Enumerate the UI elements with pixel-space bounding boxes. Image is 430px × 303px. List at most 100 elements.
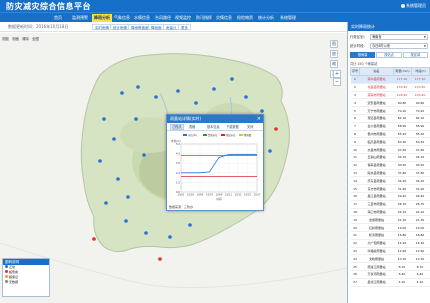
- table-row[interactable]: 18 海口市雨量站 24.10 24.10: [350, 208, 430, 217]
- table-row[interactable]: 3 琼海市雨量站 105.40 105.40: [350, 91, 430, 100]
- table-row[interactable]: 19 龙塘雨量站 21.30 21.30: [350, 215, 430, 225]
- popup-title: 雨量站详情(实时): [170, 116, 202, 121]
- map-side-button[interactable]: 缩: [330, 60, 338, 68]
- nav-item[interactable]: 防汛指挥: [194, 14, 214, 22]
- map-tool-button[interactable]: 清除: [22, 37, 29, 41]
- filter-select[interactable]: 今日8时以来 ▼: [370, 42, 428, 49]
- filter-value: 海南省: [372, 34, 382, 39]
- table-row[interactable]: 23 牛路岭雨量站 12.60 12.60: [350, 247, 430, 256]
- table-row[interactable]: 15 东方市雨量站 31.90 31.90: [350, 184, 430, 193]
- panel-tool-button[interactable]: 按站点: [376, 52, 402, 58]
- column-header[interactable]: 雨量(mm): [393, 67, 412, 76]
- table-cell: 50.30: [393, 137, 412, 147]
- table-cell: 47.60: [411, 145, 430, 154]
- legend-label: 超警戒: [9, 270, 19, 274]
- table-cell: 13: [350, 169, 360, 178]
- table-row[interactable]: 13 陵水县雨量站 37.80 37.80: [350, 169, 430, 178]
- user-menu[interactable]: 系统管理员: [401, 3, 426, 9]
- table-cell: 6.40: [411, 270, 430, 279]
- station-table: 序号 站名 雨量(mm) 时段(h) 1 琼中县雨量站 177.10 177.10 2 屯昌县雨…: [350, 67, 430, 287]
- panel-tools: 按雨量 按站点 按区域: [350, 52, 428, 59]
- table-row[interactable]: 22 大广坝雨量站 14.20 14.20: [350, 239, 430, 248]
- table-cell: 133.30: [393, 83, 412, 92]
- popup-tab[interactable]: 关闭: [247, 124, 253, 130]
- popup-tab[interactable]: 下载数据: [226, 124, 239, 130]
- nav-item[interactable]: 水情信息: [132, 14, 152, 22]
- map-tool-button[interactable]: 全图: [32, 37, 39, 41]
- table-row[interactable]: 6 澄迈县雨量站 62.10 62.10: [350, 114, 430, 123]
- table-row[interactable]: 20 红岭雨量站 19.00 19.00: [350, 223, 430, 232]
- table-cell: 19.00: [411, 223, 430, 232]
- sub-tab[interactable]: 实时雨情: [92, 24, 112, 30]
- nav-item[interactable]: 降雨分析: [92, 14, 112, 22]
- table-cell: 乐东县雨量站: [359, 176, 394, 186]
- map-tool-button[interactable]: 测面: [12, 37, 19, 41]
- chart-legend-swatch: [239, 134, 243, 136]
- table-cell: 10.30: [393, 254, 412, 264]
- table-row[interactable]: 4 定安县雨量站 90.80 90.80: [350, 98, 430, 108]
- table-row[interactable]: 14 乐东县雨量站 34.20 34.20: [350, 176, 430, 186]
- app-title: 防灾减灾综合信息平台: [6, 2, 91, 11]
- table-cell: 90.80: [393, 98, 412, 108]
- popup-tab[interactable]: 基本信息: [207, 124, 220, 130]
- map-tool-button[interactable]: 测距: [2, 37, 9, 41]
- filter-select[interactable]: 海南省 ▼: [370, 33, 428, 40]
- table-row[interactable]: 16 昌江县雨量站 29.40 29.40: [350, 192, 430, 201]
- nav-item[interactable]: 气象信息: [112, 14, 132, 22]
- table-cell: 万泉河雨量站: [359, 270, 394, 279]
- table-row[interactable]: 17 三亚市雨量站 26.70 26.70: [350, 200, 430, 209]
- table-row[interactable]: 21 松涛雨量站 16.80 16.80: [350, 231, 430, 240]
- column-header[interactable]: 序号: [350, 67, 360, 76]
- table-row[interactable]: 24 戈枕雨量站 10.30 10.30: [350, 254, 430, 264]
- table-row[interactable]: 7 白沙县雨量站 58.90 58.90: [350, 122, 430, 131]
- nav-item[interactable]: 台风路径: [153, 14, 173, 22]
- table-cell: 29.40: [393, 192, 412, 201]
- user-name: 系统管理员: [406, 3, 426, 8]
- table-row[interactable]: 25 南渡江雨量站 8.70 8.70: [350, 262, 430, 271]
- zoom-in-button[interactable]: +: [333, 70, 341, 78]
- popup-tab[interactable]: 表格: [189, 124, 195, 130]
- table-cell: 红岭雨量站: [359, 223, 394, 232]
- panel-tool-button[interactable]: 按雨量: [350, 52, 376, 58]
- table-cell: 琼中县雨量站: [359, 75, 394, 84]
- nav-item[interactable]: 抢险物资: [235, 14, 255, 22]
- sub-tab[interactable]: 更多: [178, 24, 191, 30]
- nav-item[interactable]: 系统管理: [278, 14, 298, 22]
- map-legend: 图例说明 正常 超警戒 超保证 无数据: [2, 258, 50, 297]
- table-row[interactable]: 9 临高县雨量站 50.30 50.30: [350, 137, 430, 147]
- table-row[interactable]: 5 万宁市雨量站 70.20 70.20: [350, 106, 430, 115]
- nav-item[interactable]: 监测预警: [70, 14, 90, 22]
- table-row[interactable]: 2 屯昌县雨量站 133.30 133.30: [350, 83, 430, 92]
- table-cell: 23: [350, 247, 360, 256]
- table-cell: 105.40: [411, 91, 430, 100]
- table-cell: 55.20: [393, 130, 412, 139]
- sub-tab[interactable]: 统计雨情: [110, 24, 130, 30]
- table-row[interactable]: 26 万泉河雨量站 6.40 6.40: [350, 270, 430, 279]
- table-cell: 16.80: [411, 231, 430, 240]
- column-header[interactable]: 站名: [359, 67, 394, 76]
- map-side-button[interactable]: 放: [330, 50, 338, 58]
- x-axis-label: 时间: [216, 197, 222, 201]
- table-cell: 47.60: [393, 145, 412, 154]
- column-header[interactable]: 时段(h): [411, 67, 430, 76]
- panel-tool-button[interactable]: 按区域: [402, 52, 428, 58]
- map-side-button[interactable]: 图: [330, 40, 338, 48]
- nav-item[interactable]: 首页: [52, 14, 64, 22]
- table-row[interactable]: 27 昌化江雨量站 4.10 4.10: [350, 278, 430, 287]
- table-row[interactable]: 1 琼中县雨量站 177.10 177.10: [350, 75, 430, 84]
- chart-legend-swatch: [203, 134, 207, 136]
- nav-item[interactable]: 视频监控: [173, 14, 193, 22]
- user-icon: [401, 4, 405, 8]
- table-cell: 6: [350, 114, 360, 123]
- zoom-out-button[interactable]: −: [333, 78, 341, 86]
- popup-tab[interactable]: 过程线: [170, 124, 184, 130]
- table-cell: 27: [350, 278, 360, 287]
- nav-item[interactable]: 灾情信息: [214, 14, 234, 22]
- nav-item[interactable]: 统计分析: [256, 14, 276, 22]
- table-cell: 定安县雨量站: [359, 98, 394, 108]
- table-row[interactable]: 10 文昌市雨量站 47.60 47.60: [350, 145, 430, 154]
- close-icon[interactable]: ×: [257, 115, 261, 123]
- table-row[interactable]: 11 五指山雨量站 44.10 44.10: [350, 153, 430, 162]
- table-row[interactable]: 8 儋州市雨量站 55.20 55.20: [350, 130, 430, 139]
- table-row[interactable]: 12 保亭县雨量站 40.50 40.50: [350, 161, 430, 170]
